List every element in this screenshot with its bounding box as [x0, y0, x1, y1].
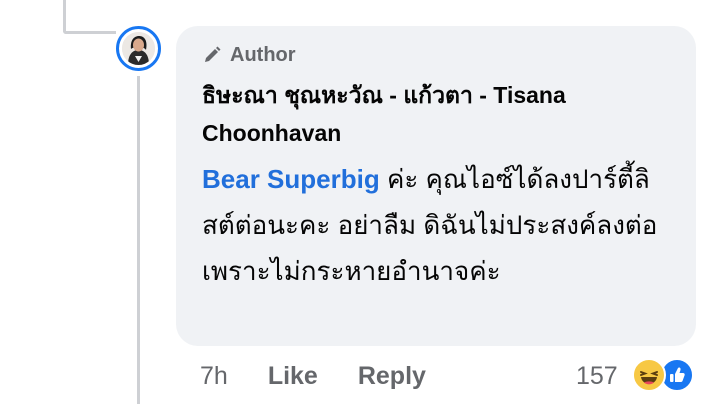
comment-body: Bear Superbig ค่ะ คุณไอซ์ได้ลงปาร์ตี้ลิส… [202, 156, 682, 294]
haha-icon [632, 358, 666, 392]
avatar[interactable] [116, 26, 161, 71]
comment-author-name[interactable]: ธิษะณา ชุณหะวัณ - แก้วตา - Tisana Choonh… [202, 76, 672, 152]
avatar-image [122, 32, 155, 65]
reaction-count[interactable]: 157 [576, 356, 618, 396]
like-button[interactable]: Like [268, 362, 318, 391]
mention-link[interactable]: Bear Superbig [202, 164, 380, 194]
author-badge-label: Author [230, 43, 296, 66]
thread-connector-vertical [63, 0, 66, 34]
thread-connector-horizontal [63, 31, 116, 34]
reply-thread-line [137, 76, 140, 404]
pencil-icon [202, 45, 222, 65]
comment-actions: 7h Like Reply [200, 356, 426, 396]
reaction-summary[interactable] [632, 358, 698, 394]
reply-button[interactable]: Reply [358, 362, 426, 391]
comment-timestamp[interactable]: 7h [200, 362, 228, 391]
author-badge: Author [202, 42, 296, 68]
